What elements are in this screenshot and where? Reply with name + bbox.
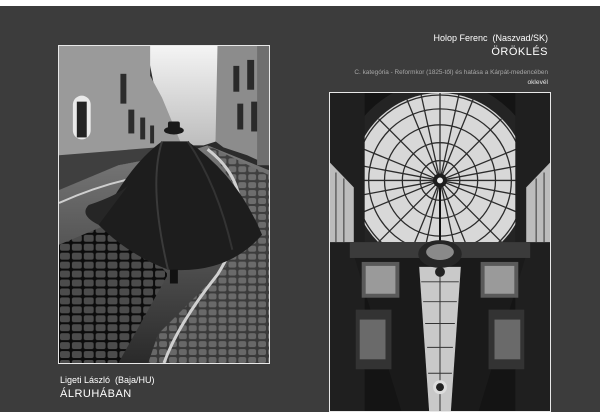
caption-left: Ligeti László (Baja/HU) ÁLRUHÁBAN [60,376,155,400]
photo-title: ÁLRUHÁBAN [60,388,132,400]
author-name: Ligeti László (Baja/HU) [60,375,155,385]
photo-street-cloak[interactable] [58,45,270,364]
photo-arcade-dome[interactable] [329,92,551,412]
street-cloak-photo-icon [59,46,269,363]
award-text: oklevél [527,79,548,87]
arcade-dome-photo-icon [330,93,550,411]
author-name: Holop Ferenc (Naszvad/SK) [433,33,548,43]
top-bar [0,0,600,6]
caption-right: Holop Ferenc (Naszvad/SK) ÖRÖKLÉS C. kat… [354,34,548,87]
photo-title: ÖRÖKLÉS [491,46,548,58]
category-text: C. kategória - Reformkor (1825-től) és h… [354,69,548,76]
